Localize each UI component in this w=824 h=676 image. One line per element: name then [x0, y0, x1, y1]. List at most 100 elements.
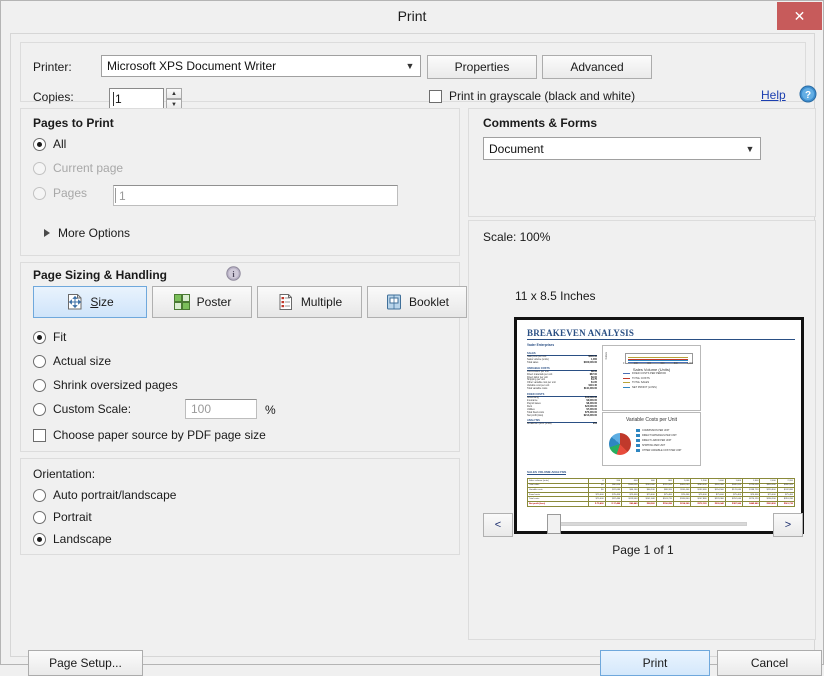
page-sizing-title: Page Sizing & Handling: [33, 268, 168, 282]
preview-dimensions: 11 x 8.5 Inches: [515, 289, 596, 303]
multiple-pages-icon: [279, 294, 292, 310]
table-row: Net profit (loss) $-75,400 $-17,480 $40,440…: [527, 501, 796, 507]
sizing-mode-poster-label: Poster: [196, 295, 232, 309]
radio-shrink-oversized[interactable]: Shrink oversized pages: [33, 378, 178, 392]
radio-landscape-label: Landscape: [53, 532, 112, 546]
radio-auto-orientation[interactable]: Auto portrait/landscape: [33, 488, 176, 502]
properties-button[interactable]: Properties: [427, 55, 537, 79]
checkbox-box: [33, 428, 46, 442]
chart-xtick: 400: [647, 363, 651, 365]
dialog-content: Printer: Microsoft XPS Document Writer ▼…: [10, 33, 822, 676]
help-circle-icon[interactable]: ?: [799, 85, 817, 103]
radio-indicator: [33, 161, 46, 175]
pages-to-print-title: Pages to Print: [33, 116, 114, 130]
radio-portrait[interactable]: Portrait: [33, 510, 92, 524]
radio-indicator: [33, 510, 46, 524]
radio-custom-scale[interactable]: Custom Scale: 100 %: [33, 399, 276, 419]
radio-current-page-label: Current page: [53, 161, 124, 175]
sizing-mode-multiple[interactable]: Multiple: [257, 286, 362, 318]
chevron-down-icon: ▼: [745, 143, 755, 154]
radio-all[interactable]: All: [33, 137, 66, 151]
custom-scale-input[interactable]: 100: [185, 399, 257, 419]
chart-legend-item: TOTAL SALES: [623, 381, 649, 384]
paper-source-checkbox[interactable]: Choose paper source by PDF page size: [33, 428, 266, 442]
page-slider-thumb[interactable]: [547, 514, 561, 534]
advanced-button[interactable]: Advanced: [542, 55, 652, 79]
previous-page-button[interactable]: <: [483, 513, 513, 537]
comments-forms-value: Document: [489, 141, 544, 156]
radio-indicator: [33, 378, 46, 392]
chart-xticks: 0 200 400 600 800 1,000: [623, 363, 693, 365]
chevron-right-icon: [44, 229, 50, 237]
radio-landscape[interactable]: Landscape: [33, 532, 112, 546]
pages-range-input[interactable]: 1: [113, 185, 398, 206]
comments-forms-select[interactable]: Document ▼: [483, 137, 761, 160]
copies-increment-icon[interactable]: ▲: [166, 88, 182, 99]
page-setup-button[interactable]: Page Setup...: [28, 650, 143, 676]
cancel-button[interactable]: Cancel: [717, 650, 822, 676]
chart-xtick: 0: [623, 363, 625, 365]
pie-legend-item: DIRECT LABOR PER UNIT: [636, 439, 671, 442]
pie-legend-item: DIRECT MATERIALS PER UNIT: [636, 434, 677, 437]
booklet-icon: [386, 294, 401, 310]
printer-bar: Printer: Microsoft XPS Document Writer ▼…: [20, 42, 817, 110]
text-caret: [115, 188, 116, 203]
sizing-mode-size-label: Size: [90, 295, 114, 309]
more-options-toggle[interactable]: More Options: [44, 226, 130, 240]
radio-indicator: [33, 402, 46, 416]
dialog-title: Print: [397, 8, 427, 24]
copies-input[interactable]: 1: [109, 88, 164, 109]
poster-tiles-icon: [173, 294, 190, 310]
pages-to-print-group: Pages to Print All Current page Pages 1 …: [20, 108, 460, 256]
radio-indicator: [33, 488, 46, 502]
grayscale-checkbox[interactable]: Print in grayscale (black and white): [429, 89, 635, 103]
print-preview-group: Scale: 100% 11 x 8.5 Inches BREAKEVEN AN…: [468, 220, 816, 640]
printer-select[interactable]: Microsoft XPS Document Writer ▼: [101, 55, 421, 77]
next-page-button[interactable]: >: [773, 513, 803, 537]
radio-all-label: All: [53, 137, 67, 151]
chart-xtick: 200: [633, 363, 638, 365]
copies-stepper[interactable]: ▲ ▼: [166, 88, 182, 110]
page-slider[interactable]: [547, 522, 747, 526]
comments-forms-group: Comments & Forms Document ▼: [468, 108, 816, 217]
copies-value: 1: [115, 92, 122, 106]
printer-label: Printer:: [33, 60, 72, 74]
chart-xtick: 600: [660, 363, 665, 365]
sizing-mode-poster[interactable]: Poster: [152, 286, 252, 318]
chart-xtick: 1,000: [687, 363, 693, 365]
chart-legend-item: TOTAL COSTS: [623, 377, 650, 380]
sizing-mode-size[interactable]: Size: [33, 286, 147, 318]
pie-title: Variable Costs per Unit: [625, 417, 678, 423]
radio-indicator: [33, 330, 46, 344]
radio-indicator: [33, 137, 46, 151]
radio-fit[interactable]: Fit: [33, 330, 66, 344]
chart-legend-item: NET PROFIT (LOSS): [623, 386, 657, 389]
page-sizing-group: Page Sizing & Handling i Size Poster Mul…: [20, 262, 467, 452]
close-icon[interactable]: ✕: [777, 2, 822, 30]
printer-select-value: Microsoft XPS Document Writer: [107, 59, 277, 73]
radio-shrink-oversized-label: Shrink oversized pages: [53, 378, 178, 392]
sizing-mode-multiple-label: Multiple: [300, 295, 343, 309]
copies-label: Copies:: [33, 90, 74, 104]
info-icon[interactable]: i: [226, 266, 241, 281]
document-sections: SALES Sale price per unit $400.00 Sales vol…: [527, 352, 597, 426]
orientation-title: Orientation:: [33, 467, 96, 481]
document-row: Total sales $400,000.00: [527, 360, 597, 364]
document-row: Breakeven point (units) 261: [527, 422, 597, 426]
radio-actual-size[interactable]: Actual size: [33, 354, 111, 368]
chart-xtick: 800: [673, 363, 678, 365]
preview-document: BREAKEVEN ANALYSIS Vader Enterprises SAL…: [517, 320, 801, 531]
more-options-label: More Options: [58, 226, 131, 240]
radio-pages: Pages: [33, 186, 87, 200]
document-row: Net profit (loss) $214,200.00: [527, 413, 597, 417]
chevron-down-icon: ▼: [405, 61, 415, 71]
radio-indicator: [33, 354, 46, 368]
custom-scale-value: 100: [191, 402, 212, 416]
paper-source-label: Choose paper source by PDF page size: [53, 428, 266, 442]
print-dialog: Print ✕ Printer: Microsoft XPS Document …: [0, 0, 824, 676]
sales-volume-table: Sales volume (units) 0 200 400 600 800 1,000 1,…: [527, 478, 796, 507]
print-button[interactable]: Print: [600, 650, 710, 676]
radio-fit-label: Fit: [53, 330, 67, 344]
sizing-mode-booklet[interactable]: Booklet: [367, 286, 467, 318]
help-link[interactable]: Help: [761, 88, 786, 102]
